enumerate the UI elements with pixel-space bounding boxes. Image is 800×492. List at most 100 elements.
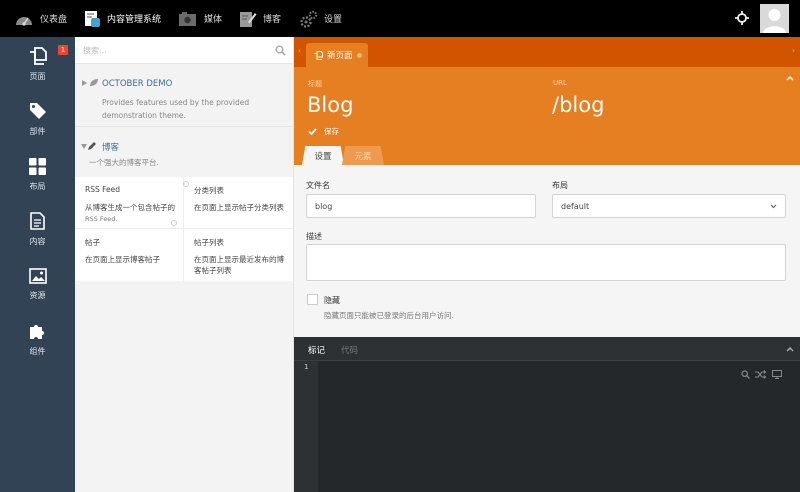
nav-blog[interactable]: 博客 [239, 0, 281, 37]
description-label: 描述 [306, 232, 322, 241]
code-tab-bar: 标记 代码 [294, 337, 800, 361]
tab-scroll-right-icon[interactable]: › [792, 46, 795, 55]
hidden-label: 隐藏 [324, 296, 340, 305]
plugin-title: 博客 [102, 143, 120, 153]
sidebar-item-layouts[interactable]: 布局 [0, 147, 75, 202]
component-grid: RSS Feed 从博客生成一个包含帖子的 RSS Feed. 分类列表 在页面上… [75, 177, 293, 281]
description-textarea[interactable] [306, 244, 786, 281]
drag-handle-icon[interactable] [171, 220, 177, 226]
search-icon[interactable] [275, 45, 286, 56]
component-description: 在页面上显示最近发布的博客帖子列表 [194, 255, 284, 275]
component-rss-feed[interactable]: RSS Feed 从博客生成一个包含帖子的 RSS Feed. [75, 177, 184, 229]
preview-crosshair-icon[interactable] [735, 11, 749, 28]
chevron-down-icon [770, 204, 777, 209]
tab-markup[interactable]: 标记 [308, 344, 325, 356]
components-puzzle-icon [29, 325, 44, 339]
sidebar-label-components: 组件 [29, 347, 46, 356]
tab-code[interactable]: 代码 [341, 344, 358, 356]
file-name-label: 文件名 [306, 181, 330, 190]
collapse-up-icon[interactable] [786, 346, 794, 352]
sidebar-label-partials: 部件 [29, 127, 46, 136]
sidebar-item-partials[interactable]: 部件 [0, 92, 75, 147]
save-label: 保存 [324, 127, 339, 136]
search-icon[interactable] [741, 370, 750, 379]
layouts-grid-icon [29, 157, 46, 175]
layout-select[interactable]: default [552, 194, 786, 218]
avatar-silhouette-icon [763, 9, 786, 33]
leaf-icon [90, 79, 98, 86]
tab-settings[interactable]: 设置 [302, 146, 344, 165]
url-label: URL [553, 79, 567, 87]
drag-handle-icon[interactable] [183, 181, 189, 187]
collapse-up-icon[interactable] [786, 75, 794, 81]
tab-scroll-left-icon[interactable]: ‹ [298, 46, 301, 55]
sidebar-item-pages[interactable]: 1 页面 [0, 37, 75, 92]
nav-cms[interactable]: 内容管理系统 [83, 0, 161, 37]
dashboard-icon [16, 16, 32, 26]
pages-icon [29, 47, 47, 65]
tab-elements-label: 元素 [354, 151, 372, 162]
fullscreen-monitor-icon[interactable] [772, 370, 782, 379]
line-gutter: 1 [294, 361, 318, 492]
component-description: 在页面上显示帖子分类列表 [194, 203, 284, 212]
component-name: RSS Feed [85, 185, 121, 194]
sidebar-item-components[interactable]: 组件 [0, 312, 75, 367]
nav-dashboard-label: 仪表盘 [40, 15, 68, 25]
pages-badge: 1 [58, 45, 68, 55]
expanded-arrow-icon[interactable] [81, 144, 87, 149]
hidden-checkbox[interactable] [307, 294, 318, 305]
save-button[interactable]: 保存 [308, 126, 339, 137]
collapse-arrow-icon[interactable] [82, 80, 87, 86]
nav-settings-label: 设置 [324, 15, 343, 25]
layout-label: 布局 [552, 181, 568, 190]
plugin-group-october-demo[interactable]: OCTOBER DEMO Provides features used by t… [75, 65, 293, 127]
component-category-list[interactable]: 分类列表 在页面上显示帖子分类列表 [183, 177, 293, 229]
search-input[interactable]: 搜索... [83, 45, 107, 56]
component-description: 从博客生成一个包含帖子的 RSS Feed. [85, 203, 175, 223]
cms-icon [85, 10, 100, 27]
top-navigation-bar: 仪表盘 内容管理系统 媒体 博客 设置 [0, 0, 800, 37]
media-icon [179, 11, 196, 26]
component-post[interactable]: 帖子 在页面上显示博客帖子 [75, 229, 184, 281]
sidebar-label-pages: 页面 [29, 72, 46, 81]
code-editor: 标记 代码 1 [294, 337, 800, 492]
component-name: 帖子列表 [194, 238, 224, 247]
checkmark-icon [308, 128, 317, 135]
component-description: 在页面上显示博客帖子 [85, 255, 160, 264]
sidebar-label-content: 内容 [29, 237, 46, 246]
nav-cms-label: 内容管理系统 [107, 15, 162, 25]
sidebar-item-assets[interactable]: 资源 [0, 257, 75, 312]
component-search[interactable]: 搜索... [75, 37, 293, 64]
hidden-help-text: 隐藏页面只能被已登录的后台用户访问. [324, 311, 454, 320]
file-name-input[interactable]: blog [306, 194, 536, 218]
tab-label: 新页面 [327, 51, 353, 61]
editor-tab-bar: ‹ 新页面 › [294, 37, 800, 67]
plugin-description: Provides features used by the provided d… [102, 98, 250, 120]
page-tab-icon [314, 50, 323, 60]
code-textarea[interactable] [318, 361, 800, 492]
user-avatar[interactable] [760, 4, 789, 33]
title-input[interactable]: Blog [307, 93, 353, 117]
nav-media-label: 媒体 [204, 15, 223, 25]
settings-gear-icon [300, 10, 318, 28]
component-name: 帖子 [85, 238, 100, 247]
tab-elements[interactable]: 元素 [342, 146, 384, 165]
nav-settings[interactable]: 设置 [300, 0, 342, 37]
assets-image-icon [28, 268, 47, 284]
tab-unsaved-dot [356, 52, 362, 58]
sidebar-item-content[interactable]: 内容 [0, 202, 75, 257]
plugin-group-blog[interactable]: 博客 一个强大的博客平台. [75, 127, 293, 177]
page-editor: ‹ 新页面 › 标题 Blog URL /blog 保存 文件名 blog 布局… [294, 37, 800, 492]
component-name: 分类列表 [194, 186, 224, 195]
url-input[interactable]: /blog [552, 93, 604, 117]
nav-dashboard[interactable]: 仪表盘 [14, 0, 67, 37]
nav-media[interactable]: 媒体 [178, 0, 222, 37]
plugin-title: OCTOBER DEMO [102, 79, 173, 89]
tab-new-page[interactable]: 新页面 [306, 43, 368, 67]
blog-icon [240, 11, 257, 27]
plugin-description: 一个强大的博客平台. [89, 158, 159, 167]
sidebar-label-assets: 资源 [29, 291, 46, 300]
pencil-icon [88, 142, 96, 150]
shuffle-icon[interactable] [755, 370, 766, 379]
component-post-list[interactable]: 帖子列表 在页面上显示最近发布的博客帖子列表 [184, 229, 293, 281]
